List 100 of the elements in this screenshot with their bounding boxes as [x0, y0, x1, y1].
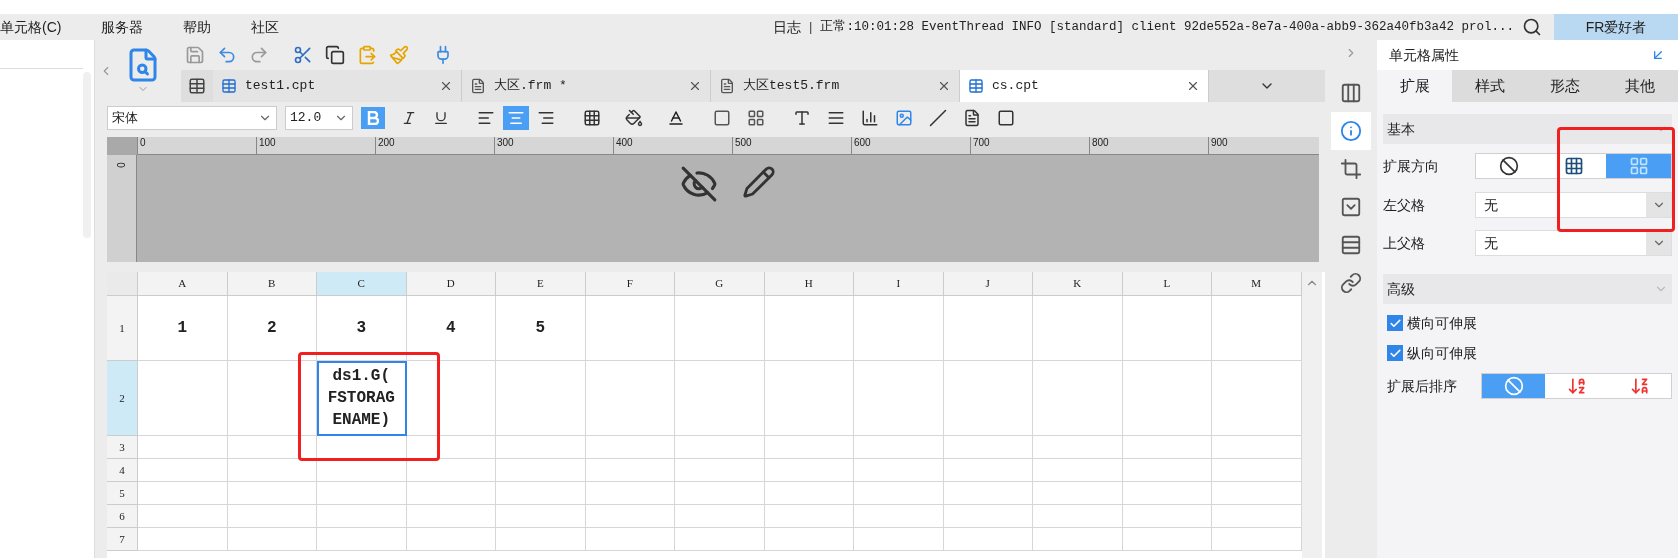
table-cell[interactable] [943, 296, 1033, 361]
table-cell[interactable] [317, 528, 407, 551]
table-cell[interactable] [585, 296, 675, 361]
table-cell[interactable] [406, 459, 496, 482]
size-select[interactable]: 12.0 [285, 106, 353, 130]
search-icon[interactable] [1522, 17, 1542, 37]
document-icon[interactable] [963, 109, 981, 127]
undo-icon[interactable] [217, 45, 237, 65]
segmented-control[interactable] [1475, 153, 1672, 179]
table-cell[interactable] [854, 528, 944, 551]
section-header[interactable]: 高级 [1383, 274, 1672, 304]
table-cell[interactable] [764, 505, 854, 528]
hidden-eye-icon[interactable] [680, 165, 718, 203]
table-cell[interactable] [1212, 459, 1302, 482]
table-cell[interactable] [138, 482, 228, 505]
table-cell[interactable] [675, 528, 765, 551]
table-cell[interactable] [1212, 436, 1302, 459]
text-icon[interactable] [793, 109, 811, 127]
table-cell[interactable] [496, 482, 586, 505]
table-cell[interactable] [675, 436, 765, 459]
font-color-icon[interactable] [667, 109, 685, 127]
row-header[interactable]: 4 [107, 459, 138, 482]
copy-icon[interactable] [325, 45, 345, 65]
row-header[interactable]: 7 [107, 528, 138, 551]
table-cell[interactable] [854, 482, 944, 505]
fill-color-icon[interactable] [625, 109, 643, 127]
table-cell[interactable]: 5 [496, 296, 586, 361]
table-cell[interactable] [317, 459, 407, 482]
row-header[interactable]: 2 [107, 361, 138, 436]
table-cell[interactable] [585, 361, 675, 436]
table-cell[interactable] [943, 436, 1033, 459]
table-cell[interactable] [764, 361, 854, 436]
close-icon[interactable] [937, 79, 951, 93]
menu-item[interactable]: 帮助 [183, 16, 212, 38]
menu-item[interactable]: 社区 [251, 16, 280, 38]
table-cell[interactable] [675, 505, 765, 528]
save-icon[interactable] [185, 45, 205, 65]
frame-icon[interactable] [997, 109, 1015, 127]
table-cell[interactable] [496, 459, 586, 482]
table-cell[interactable] [1033, 296, 1123, 361]
table-cell[interactable] [227, 361, 317, 436]
table-cell[interactable] [1122, 505, 1212, 528]
paste-icon[interactable] [357, 45, 377, 65]
table-cell[interactable] [1122, 361, 1212, 436]
file-tab[interactable]: test1.cpt [213, 70, 462, 102]
format-painter-icon[interactable] [389, 45, 409, 65]
table-cell[interactable] [1033, 505, 1123, 528]
column-header[interactable]: F [585, 272, 675, 296]
column-header[interactable]: G [675, 272, 765, 296]
table-cell[interactable] [138, 459, 228, 482]
section-header[interactable]: 基本 [1383, 114, 1672, 144]
table-cell[interactable] [943, 361, 1033, 436]
side-tab[interactable] [1331, 112, 1371, 150]
chart-icon[interactable] [861, 109, 879, 127]
new-sheet-icon[interactable] [188, 77, 206, 95]
log-label[interactable]: 日志 [773, 16, 801, 38]
edit-icon[interactable] [742, 165, 776, 199]
table-cell[interactable] [138, 436, 228, 459]
table-cell[interactable] [227, 505, 317, 528]
close-icon[interactable] [439, 79, 453, 93]
table-cell[interactable] [943, 505, 1033, 528]
vertical-scrollbar[interactable] [1301, 272, 1322, 558]
table-cell[interactable] [406, 482, 496, 505]
table-cell[interactable] [1122, 528, 1212, 551]
table-cell[interactable] [496, 361, 586, 436]
table-cell[interactable] [1212, 482, 1302, 505]
column-header[interactable]: E [496, 272, 586, 296]
menu-item[interactable]: 单元格(C) [0, 16, 62, 38]
table-cell[interactable] [227, 459, 317, 482]
row-header[interactable]: 5 [107, 482, 138, 505]
table-cell[interactable] [406, 528, 496, 551]
table-cell[interactable] [675, 482, 765, 505]
table-cell[interactable] [764, 528, 854, 551]
table-cell[interactable] [943, 482, 1033, 505]
table-cell[interactable] [585, 505, 675, 528]
table-cell[interactable] [854, 505, 944, 528]
table-cell[interactable] [585, 436, 675, 459]
table-cell[interactable] [1033, 528, 1123, 551]
row-header[interactable]: 3 [107, 436, 138, 459]
table-cell[interactable] [764, 436, 854, 459]
table-cell[interactable] [764, 296, 854, 361]
table-cell[interactable] [406, 505, 496, 528]
column-header[interactable]: B [227, 272, 317, 296]
checkbox[interactable] [1387, 345, 1403, 361]
table-cell[interactable] [138, 528, 228, 551]
table-cell[interactable] [1212, 505, 1302, 528]
table-cell[interactable] [1122, 482, 1212, 505]
column-header[interactable]: K [1033, 272, 1123, 296]
table-cell[interactable]: 1 [138, 296, 228, 361]
table-cell[interactable] [1212, 528, 1302, 551]
table-cell[interactable] [585, 459, 675, 482]
column-header[interactable]: J [943, 272, 1033, 296]
table-cell[interactable]: 3 [317, 296, 407, 361]
cut-icon[interactable] [293, 45, 313, 65]
underline-icon[interactable] [433, 110, 449, 126]
panel-tab[interactable]: 样式 [1452, 70, 1528, 102]
table-cell[interactable] [854, 436, 944, 459]
parent-select[interactable]: 无 [1475, 230, 1672, 256]
table-cell[interactable] [227, 528, 317, 551]
table-cell[interactable] [317, 482, 407, 505]
